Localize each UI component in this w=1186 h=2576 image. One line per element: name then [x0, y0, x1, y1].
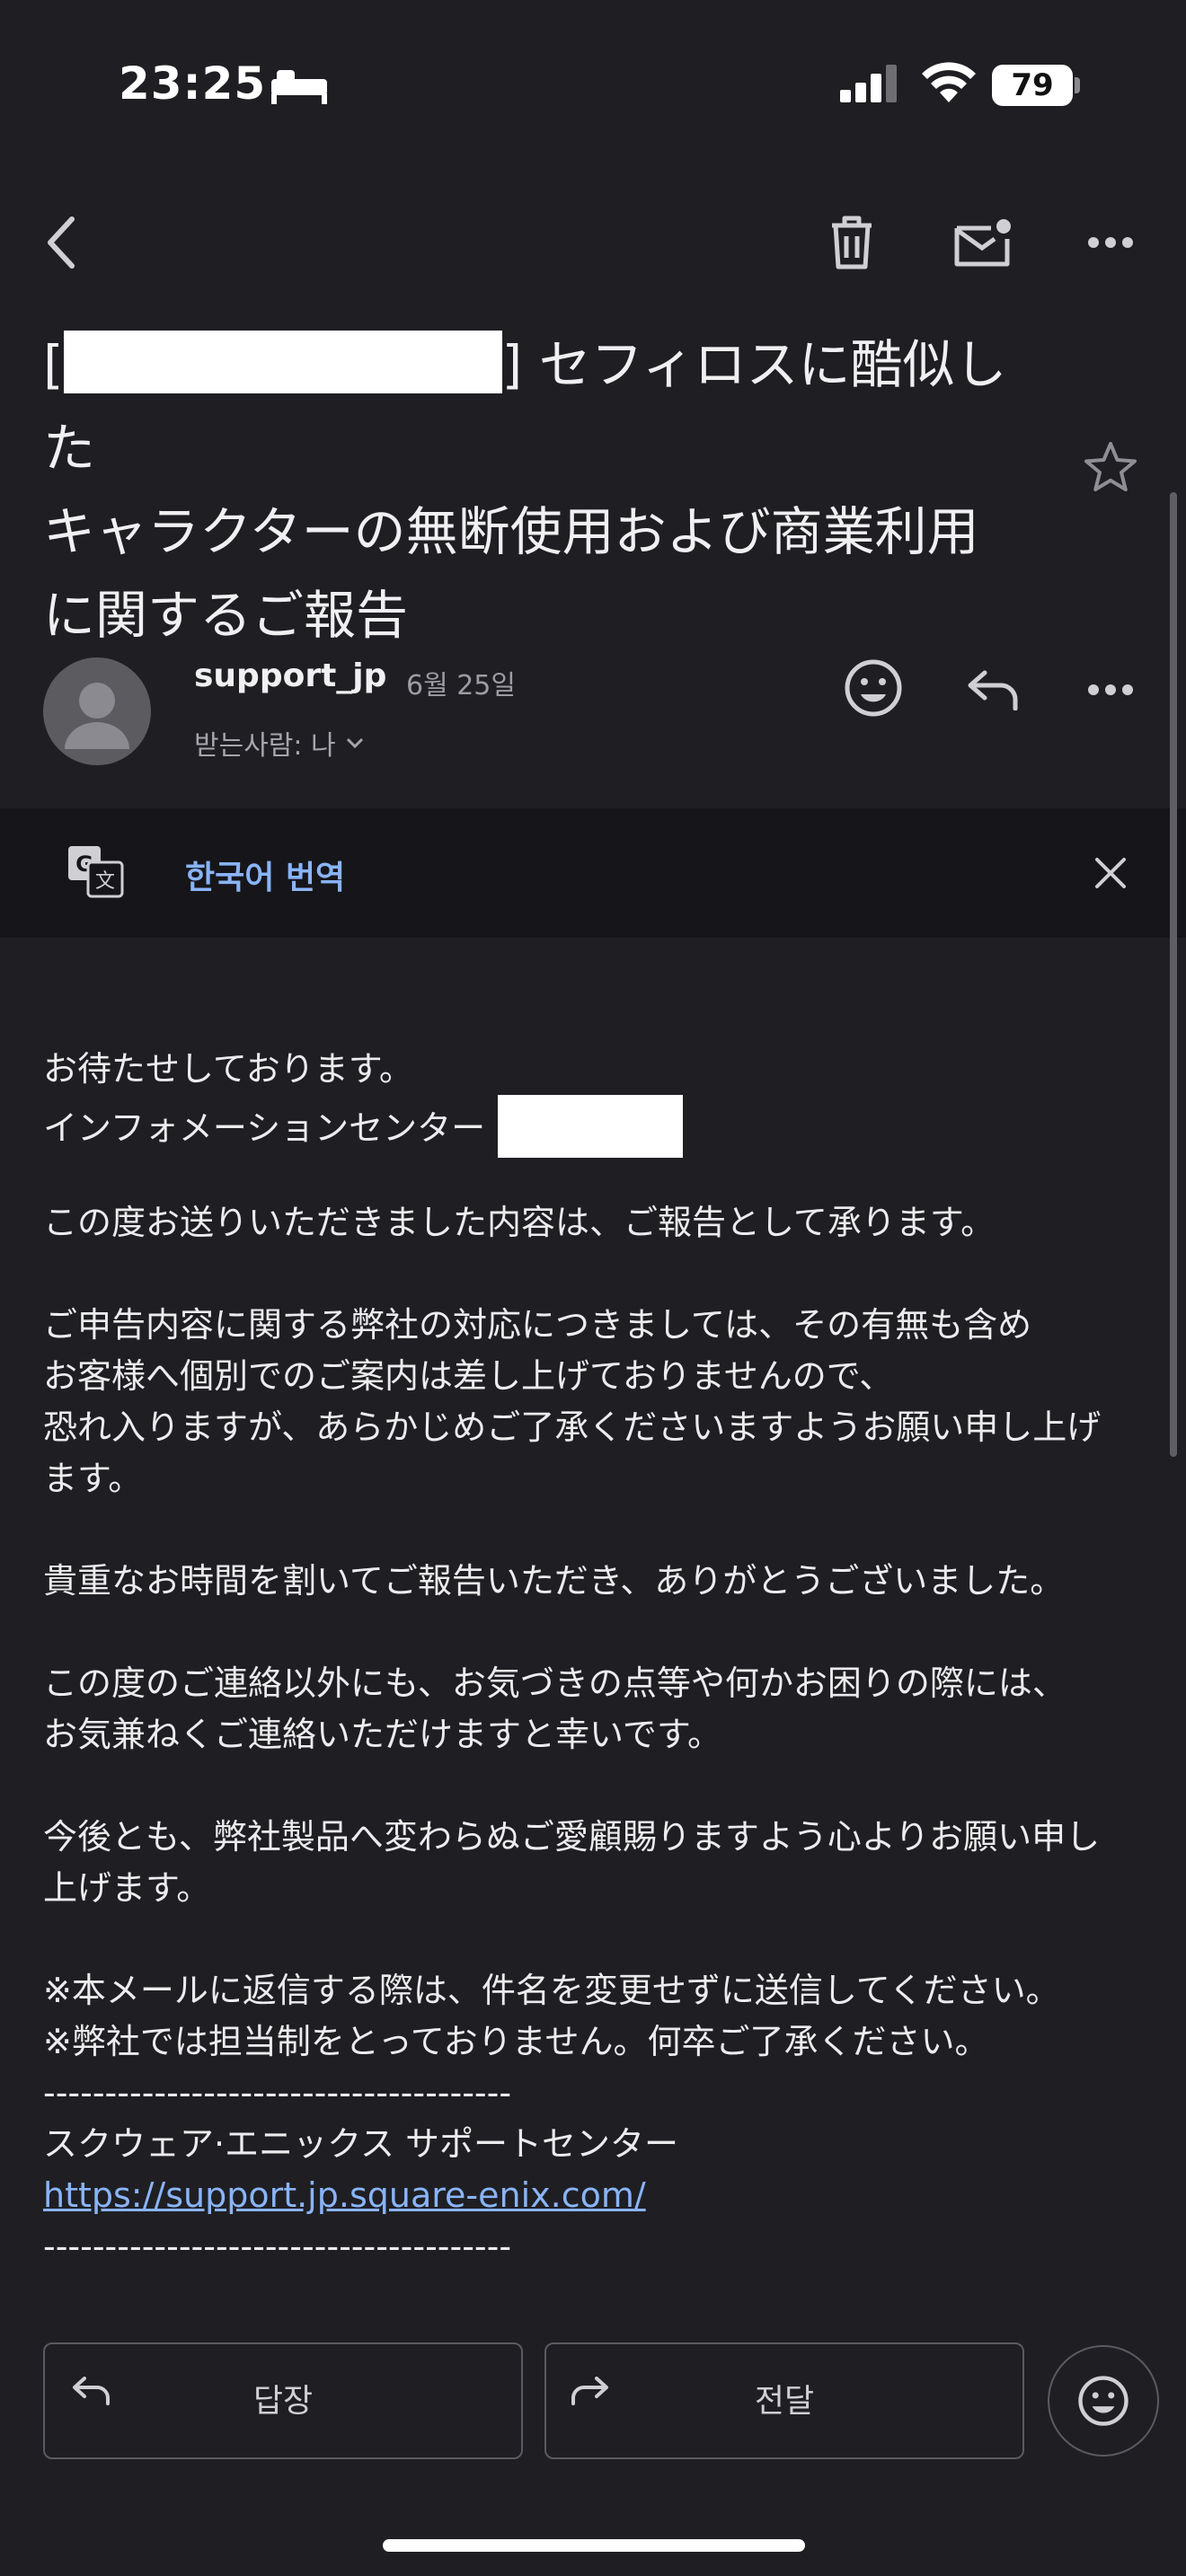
- body-line: お待たせしております。: [43, 1049, 413, 1089]
- more-horizontal-icon: [1088, 237, 1133, 248]
- body-line: ※本メールに返信する際は、件名を変更せずに送信してください。: [43, 1971, 1060, 2010]
- body-line: 貴重なお時間を割いてご報告いただき、ありがとうございました。: [43, 1561, 1065, 1601]
- body-line: ※弊社では担当制をとっておりません。何卒ご了承ください。: [43, 2022, 989, 2061]
- delete-button[interactable]: [819, 207, 884, 278]
- translate-bar: [0, 808, 1186, 938]
- body-line-with-redaction: インフォメーションセンター: [43, 1095, 1148, 1158]
- person-icon: [65, 683, 129, 749]
- divider-line: --------------------------------------: [43, 2227, 512, 2266]
- redacted-block: [498, 1095, 684, 1158]
- smiley-icon: [1078, 2376, 1128, 2426]
- forward-action-button[interactable]: 전달: [544, 2342, 1024, 2459]
- more-horizontal-icon: [1088, 684, 1133, 695]
- battery-indicator: 79: [992, 65, 1073, 106]
- trash-icon: [832, 216, 872, 269]
- svg-text:文: 文: [95, 870, 115, 893]
- reply-icon: [968, 670, 1018, 710]
- home-indicator[interactable]: [383, 2539, 805, 2552]
- react-emoji-button[interactable]: [1048, 2345, 1159, 2457]
- recipient-label: 받는사람: 나: [194, 730, 336, 762]
- signature-line: スクウェア·エニックス サポートセンター: [43, 2124, 679, 2164]
- redacted-block: [63, 331, 502, 393]
- status-time: 23:25: [119, 57, 267, 110]
- body-line: お客様へ個別でのご案内は差し上げておりませんので、: [43, 1356, 894, 1396]
- back-button[interactable]: [32, 208, 90, 277]
- email-date: 6월 25일: [406, 670, 516, 701]
- reply-action-button[interactable]: 답장: [43, 2342, 523, 2459]
- smiley-icon: [845, 659, 902, 717]
- body-line: ご申告内容に関する弊社の対応につきましては、その有無も含め: [43, 1305, 1032, 1345]
- reply-label: 답장: [252, 2383, 314, 2420]
- body-line: ます。: [43, 1459, 143, 1498]
- body-line: 今後とも、弊社製品へ変わらぬご愛顧賜りますよう心よりお願い申し: [43, 1817, 1101, 1857]
- subject-line-2: キャラクターの無断使用および商業利用: [43, 501, 979, 562]
- forward-label: 전달: [754, 2383, 815, 2420]
- battery-tip: [1075, 77, 1080, 93]
- email-subject: [] セフィロスに酷似した キャラクターの無断使用および商業利用 に関するご報告: [43, 323, 1040, 657]
- translate-icon: G文: [66, 842, 124, 904]
- body-line-text: インフォメーションセンター: [43, 1108, 486, 1148]
- body-line: この度お送りいただきました内容は、ご報告として承ります。: [43, 1203, 996, 1242]
- scrollbar[interactable]: [1170, 492, 1177, 1457]
- subject-bracket: [: [43, 334, 64, 395]
- mail-unread-icon: [954, 219, 1011, 267]
- cellular-signal-icon: [840, 63, 899, 108]
- sender-avatar[interactable]: [43, 657, 151, 765]
- body-line: 上げます。: [43, 1868, 211, 1908]
- more-options-button[interactable]: [1078, 219, 1143, 266]
- divider-line: --------------------------------------: [43, 2073, 512, 2113]
- body-line: 恐れ入りますが、あらかじめご了承くださいますようお願い申し上げ: [43, 1407, 1102, 1447]
- sender-name[interactable]: support_jp: [194, 657, 386, 694]
- chevron-left-icon: [48, 216, 75, 269]
- support-link[interactable]: https://support.jp.square-enix.com/: [43, 2170, 1148, 2221]
- body-line: お気兼ねくご連絡いただけますと幸いです。: [43, 1715, 722, 1754]
- reply-button[interactable]: [960, 656, 1028, 724]
- mark-unread-button[interactable]: [947, 207, 1019, 278]
- star-button[interactable]: [1078, 435, 1143, 499]
- wifi-icon: [920, 59, 978, 108]
- close-translate-button[interactable]: [1084, 846, 1137, 900]
- sleep-mode-icon: [270, 66, 329, 110]
- add-reaction-button[interactable]: [839, 652, 907, 724]
- subject-line-3: に関するご報告: [43, 585, 409, 646]
- sender-more-button[interactable]: [1078, 666, 1143, 713]
- body-line: この度のご連絡以外にも、お気づきの点等や何かお困りの際には、: [43, 1663, 1067, 1703]
- chevron-down-icon: [346, 737, 363, 749]
- recipient-toggle[interactable]: 받는사람: 나: [194, 723, 365, 763]
- close-icon: [1095, 858, 1126, 888]
- translate-link[interactable]: 한국어 번역: [185, 851, 345, 898]
- star-icon: [1084, 442, 1137, 491]
